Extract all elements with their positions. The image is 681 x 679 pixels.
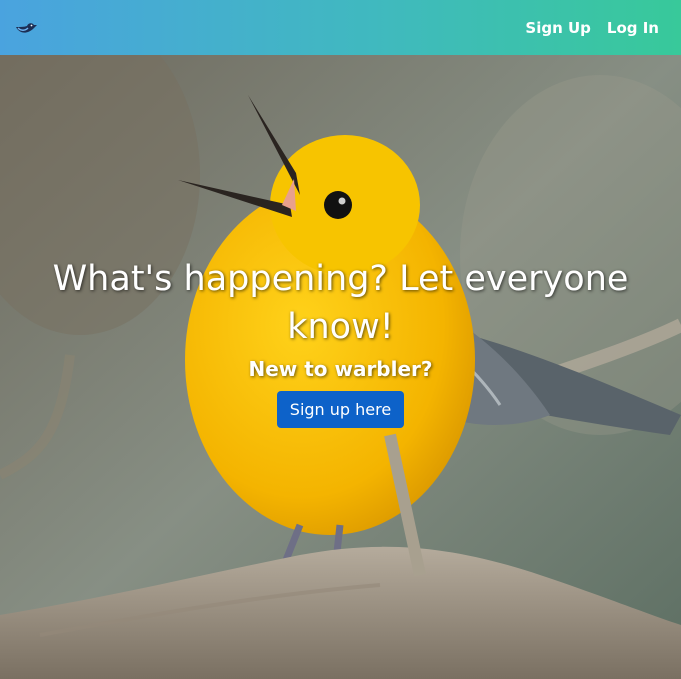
nav-signup-link[interactable]: Sign Up (525, 19, 591, 37)
hero-title: What's happening? Let everyone know! (52, 259, 629, 347)
hero-subtitle: New to warbler? (248, 357, 433, 381)
hero-section: What's happening? Let everyone know! New… (0, 55, 681, 679)
nav-login-link[interactable]: Log In (607, 19, 659, 37)
signup-here-button[interactable]: Sign up here (276, 391, 405, 428)
hero-content: What's happening? Let everyone know! New… (0, 255, 681, 428)
bird-logo-icon[interactable] (14, 14, 42, 42)
top-navbar: Sign Up Log In (0, 0, 681, 55)
nav-links: Sign Up Log In (525, 19, 659, 37)
